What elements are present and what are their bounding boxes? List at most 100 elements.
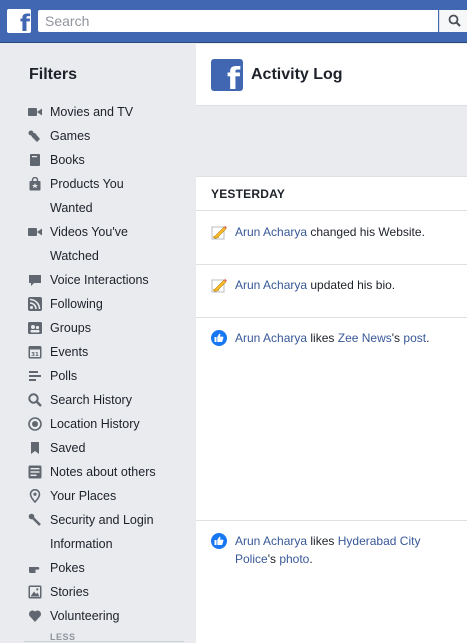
book-icon xyxy=(30,154,40,166)
filter-item-security-and-login[interactable]: Security and Login xyxy=(0,508,195,532)
filter-item-stories[interactable]: Stories xyxy=(0,580,195,604)
sidebar-divider xyxy=(24,641,184,642)
filter-item-videos-youve-watched-cont[interactable]: Watched xyxy=(0,244,195,268)
filter-item-label: Products You xyxy=(50,177,124,191)
action-text: updated his bio. xyxy=(307,278,396,292)
volunteering-heart-icon xyxy=(29,610,41,622)
filter-item-label: Wanted xyxy=(50,201,93,215)
facebook-logo-icon[interactable]: f xyxy=(7,9,31,33)
page-title: Activity Log xyxy=(251,66,343,83)
search-box[interactable] xyxy=(38,10,438,32)
activity-text: Arun Acharya changed his Website. xyxy=(235,223,460,241)
wrench-icon xyxy=(28,513,41,526)
filter-item-books[interactable]: Books xyxy=(0,148,195,172)
map-pin-icon xyxy=(29,489,41,503)
filter-item-pokes[interactable]: Pokes xyxy=(0,556,195,580)
bookmark-icon xyxy=(31,442,39,454)
like-thumbs-up-icon xyxy=(211,533,227,549)
filter-item-voice-interactions[interactable]: Voice Interactions xyxy=(0,268,195,292)
filter-item-events[interactable]: 31 Events xyxy=(0,340,195,364)
activity-feed: YESTERDAY Arun Acharya changed his Websi… xyxy=(196,176,467,643)
filter-item-label: Watched xyxy=(50,249,99,263)
filter-item-groups[interactable]: Groups xyxy=(0,316,195,340)
shopping-bag-icon xyxy=(29,177,41,191)
activity-text: Arun Acharya likes Zee News's post. xyxy=(235,329,460,347)
filter-item-label: Books xyxy=(50,153,85,167)
facebook-page-icon: f xyxy=(211,59,243,91)
filter-item-label: Location History xyxy=(50,417,140,431)
photo-album-icon xyxy=(28,585,42,599)
day-section-header: YESTERDAY xyxy=(196,177,467,211)
filter-item-videos-youve-watched[interactable]: Videos You've xyxy=(0,220,195,244)
speech-bubble-icon xyxy=(29,275,41,286)
filter-item-label: Pokes xyxy=(50,561,85,575)
activity-entry: Arun Acharya likes Hyderabad City Police… xyxy=(196,521,467,643)
activity-entry: Arun Acharya changed his Website. xyxy=(196,212,467,265)
filter-item-your-places[interactable]: Your Places xyxy=(0,484,195,508)
activity-entry: Arun Acharya updated his bio. xyxy=(196,265,467,318)
filter-list: Movies and TV Games Books Products You W… xyxy=(0,100,195,628)
location-target-icon xyxy=(28,417,42,431)
object-link[interactable]: photo xyxy=(279,552,309,566)
filter-item-label: Videos You've xyxy=(50,225,128,239)
filters-heading: Filters xyxy=(29,66,78,83)
search-input[interactable] xyxy=(38,10,438,32)
possessive-text: 's xyxy=(267,552,280,566)
like-thumbs-up-icon xyxy=(211,330,227,346)
activity-text: Arun Acharya updated his bio. xyxy=(235,276,460,294)
filter-item-movies-and-tv[interactable]: Movies and TV xyxy=(0,100,195,124)
video-camera-icon xyxy=(28,108,42,116)
video-camera-icon xyxy=(28,228,42,236)
filter-item-label: Information xyxy=(50,537,113,551)
activity-text: Arun Acharya likes Hyderabad City Police… xyxy=(235,532,460,568)
poll-list-icon xyxy=(29,371,41,381)
notes-icon xyxy=(28,465,42,479)
filter-item-label: Search History xyxy=(50,393,132,407)
rss-feed-icon xyxy=(28,297,42,311)
actor-link[interactable]: Arun Acharya xyxy=(235,278,307,292)
search-button[interactable] xyxy=(439,10,467,32)
action-text: likes xyxy=(307,534,338,548)
pencil-edit-icon xyxy=(211,225,227,240)
object-link[interactable]: post xyxy=(403,331,426,345)
day-label: YESTERDAY xyxy=(211,187,286,201)
actor-link[interactable]: Arun Acharya xyxy=(235,534,307,548)
possessive-text: 's xyxy=(391,331,404,345)
filter-item-location-history[interactable]: Location History xyxy=(0,412,195,436)
filter-item-saved[interactable]: Saved xyxy=(0,436,195,460)
action-text: likes xyxy=(307,331,338,345)
search-icon xyxy=(448,14,461,27)
calendar-icon: 31 xyxy=(28,346,42,359)
filter-item-label: Events xyxy=(50,345,89,359)
filter-item-label: Games xyxy=(50,129,91,143)
filter-item-products-you-wanted[interactable]: Products You xyxy=(0,172,195,196)
pencil-edit-icon xyxy=(211,278,227,293)
top-navigation-bar: f xyxy=(0,0,467,43)
end-punct: . xyxy=(309,552,313,566)
actor-link[interactable]: Arun Acharya xyxy=(235,225,307,239)
filter-item-products-you-wanted-cont[interactable]: Wanted xyxy=(0,196,195,220)
filter-item-label: Voice Interactions xyxy=(50,273,149,287)
svg-text:31: 31 xyxy=(31,352,39,358)
groups-icon xyxy=(28,322,42,334)
filter-item-label: Groups xyxy=(50,321,91,335)
filter-item-volunteering[interactable]: Volunteering xyxy=(0,604,195,628)
filter-item-label: Notes about others xyxy=(50,465,156,479)
magnifier-icon xyxy=(28,393,42,407)
filter-item-games[interactable]: Games xyxy=(0,124,195,148)
activity-log-header: f Activity Log xyxy=(196,44,467,106)
filter-item-label: Movies and TV xyxy=(50,105,134,119)
filter-item-label: Saved xyxy=(50,441,86,455)
actor-link[interactable]: Arun Acharya xyxy=(235,331,307,345)
game-controller-icon xyxy=(28,130,40,142)
filter-item-polls[interactable]: Polls xyxy=(0,364,195,388)
filter-item-notes-about-others[interactable]: Notes about others xyxy=(0,460,195,484)
filter-item-label: Security and Login xyxy=(50,513,154,527)
action-text: changed his Website. xyxy=(307,225,425,239)
filter-item-search-history[interactable]: Search History xyxy=(0,388,195,412)
filter-item-label: Following xyxy=(50,297,103,311)
target-page-link[interactable]: Zee News xyxy=(338,331,392,345)
filter-item-following[interactable]: Following xyxy=(0,292,195,316)
filter-item-security-and-login-cont[interactable]: Information xyxy=(0,532,195,556)
activity-entry: Arun Acharya likes Zee News's post. xyxy=(196,318,467,521)
